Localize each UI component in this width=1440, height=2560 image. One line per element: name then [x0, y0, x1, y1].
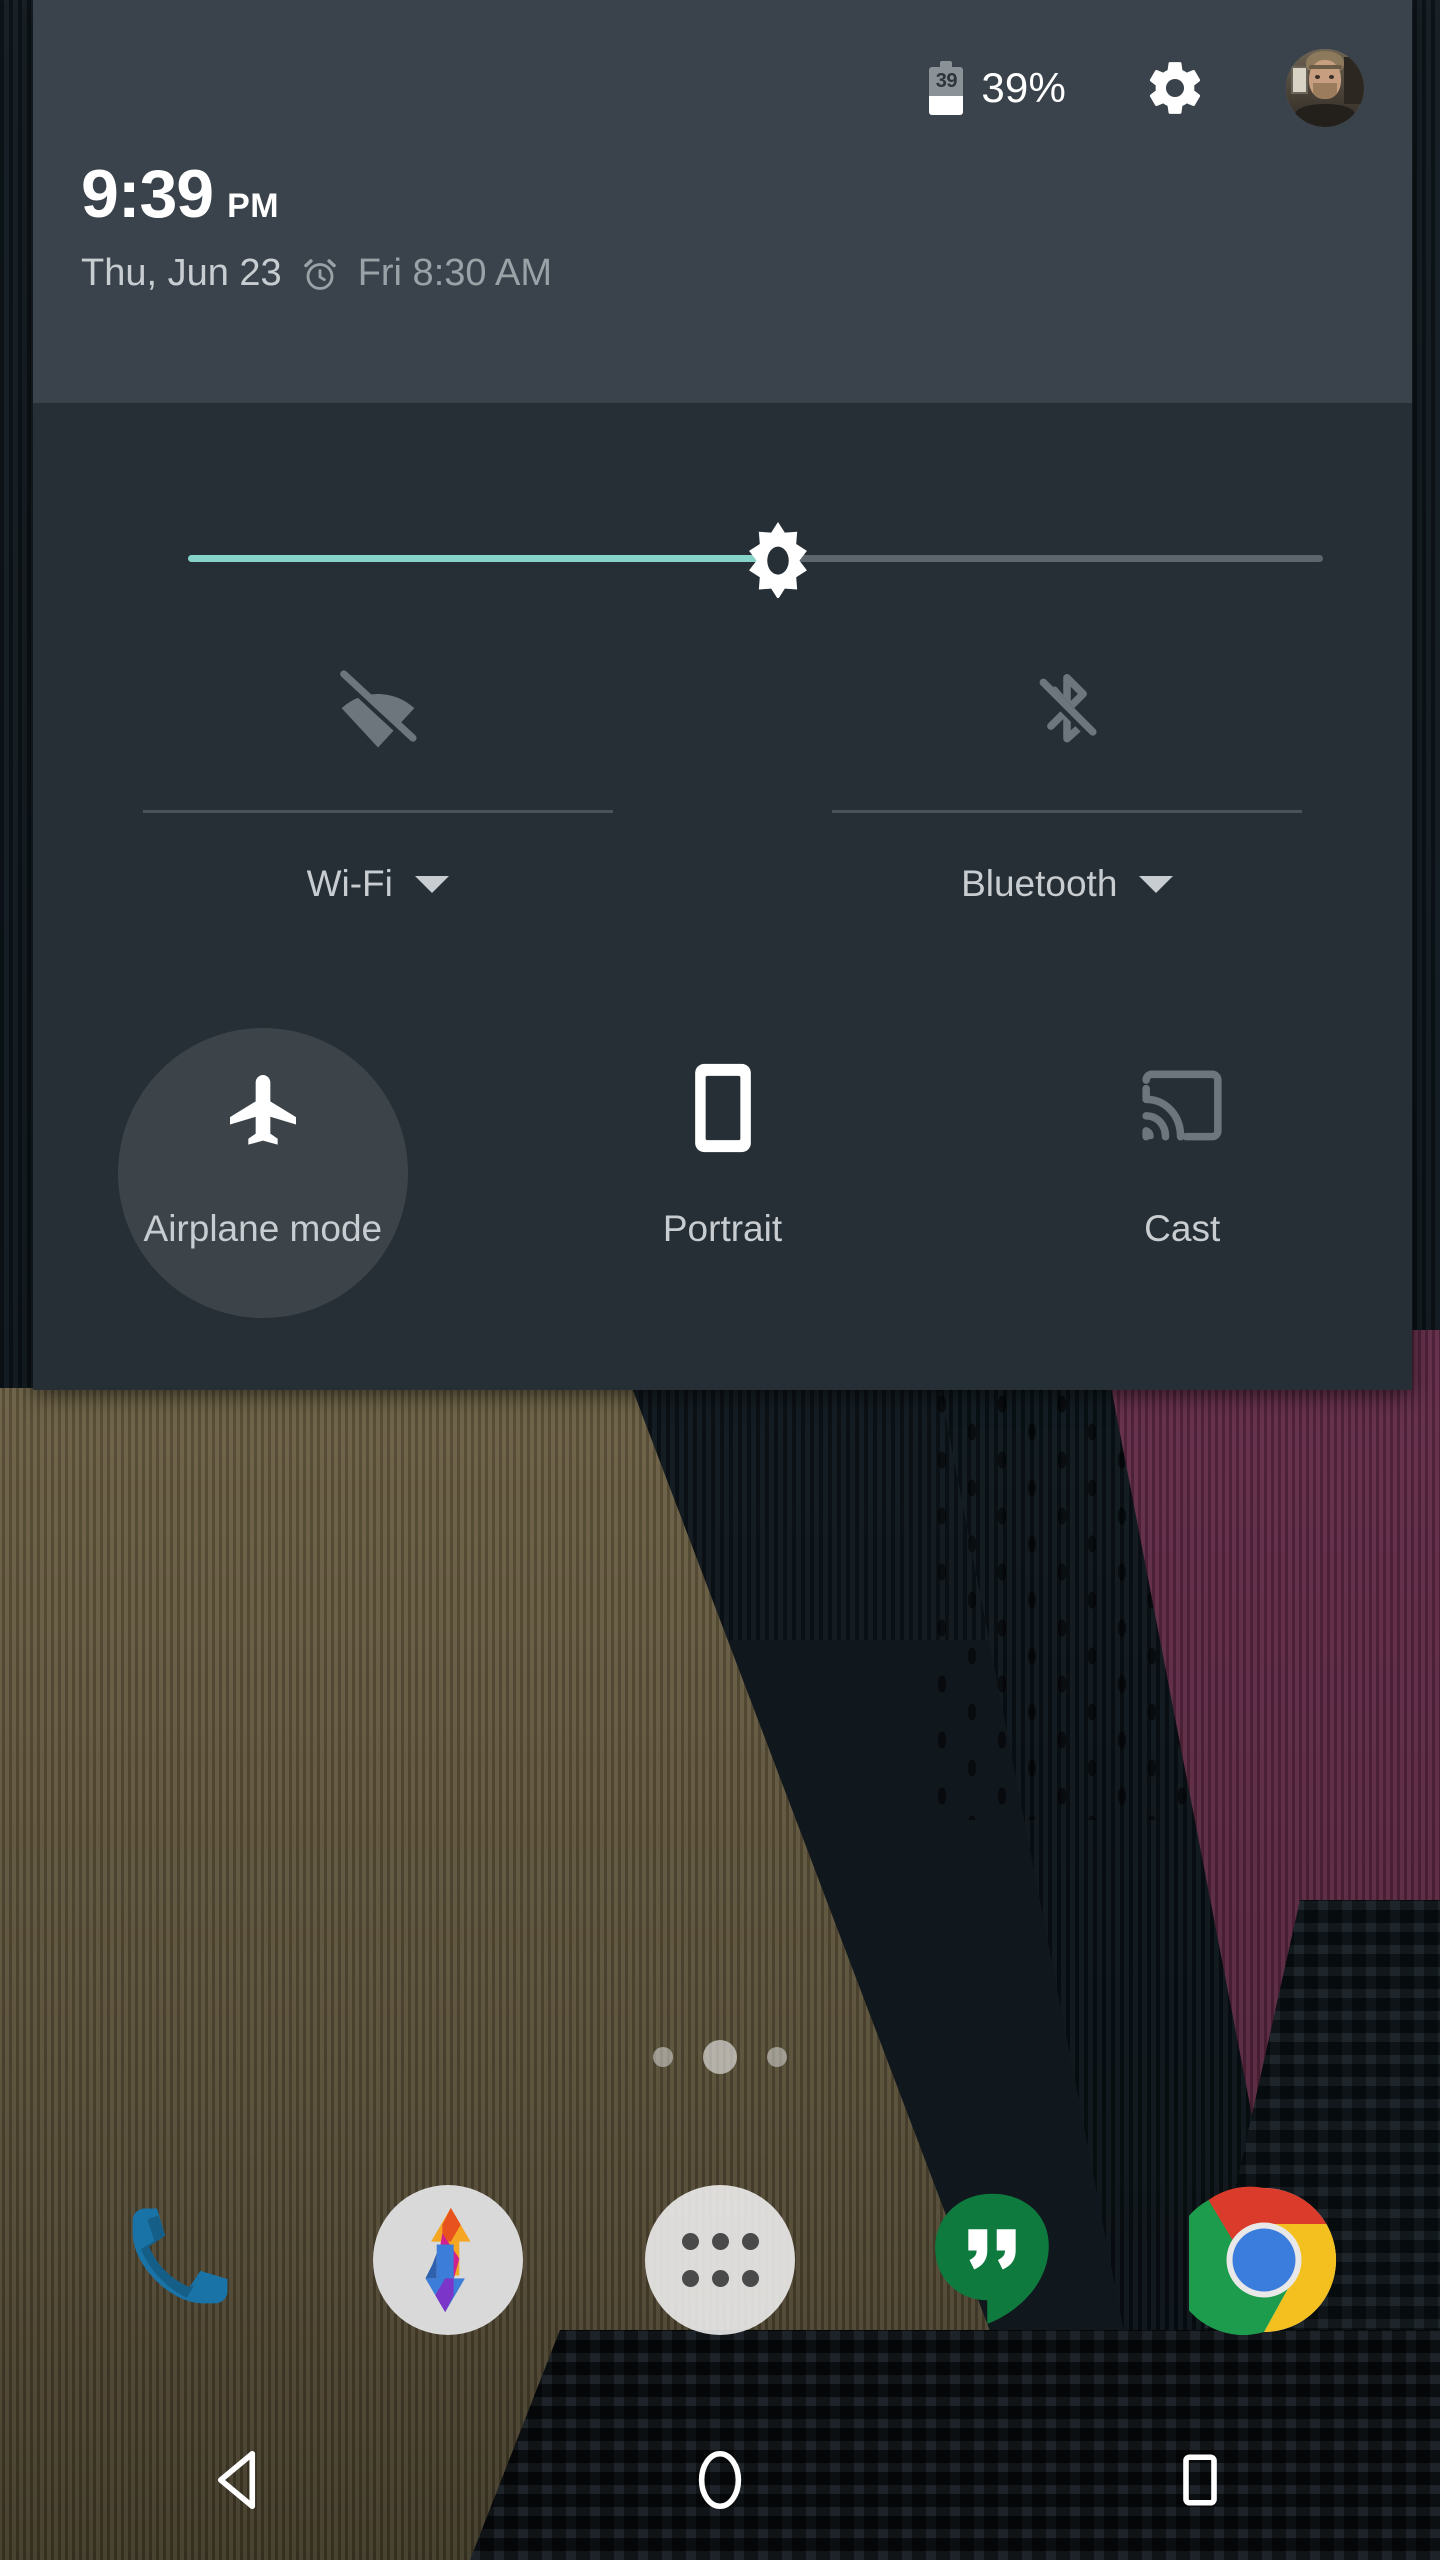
date-line: Thu, Jun 23 Fri 8:30 AM	[81, 252, 552, 295]
page-dot-2-current[interactable]	[703, 2040, 737, 2074]
page-dot-3[interactable]	[767, 2047, 787, 2067]
phone-portrait-icon	[694, 1063, 751, 1153]
alarm-clock-icon	[303, 258, 336, 290]
battery-status[interactable]: 39 39%	[929, 61, 1066, 115]
tile-wifi-label-row[interactable]: Wi-Fi	[307, 863, 449, 905]
recents-square-icon	[1183, 2454, 1217, 2506]
tile-wifi-divider	[142, 810, 613, 813]
status-row: 39 39%	[929, 48, 1364, 128]
brightness-slider[interactable]	[188, 521, 1323, 599]
date-label: Thu, Jun 23	[81, 252, 282, 294]
tile-row: Airplane mode Portrait Cast	[33, 1000, 1412, 1340]
tile-airplane-icon-wrap	[219, 1060, 307, 1156]
cast-icon	[1142, 1070, 1222, 1141]
hangouts-icon	[935, 2193, 1049, 2324]
wifi-off-icon	[338, 670, 419, 748]
chevron-down-icon[interactable]	[1139, 875, 1174, 893]
airplane-icon	[229, 1075, 296, 1145]
tile-cast-icon-wrap	[1139, 1060, 1225, 1156]
dock-item-hangouts[interactable]	[912, 2180, 1072, 2340]
clock-block[interactable]: 9:39 PM Thu, Jun 23 Fri 8:30 AM	[81, 160, 552, 295]
nav-back-button[interactable]	[155, 2425, 325, 2535]
tile-portrait-label: Portrait	[662, 1208, 783, 1249]
settings-gear-button[interactable]	[1144, 57, 1206, 119]
tile-portrait-icon-wrap	[691, 1060, 755, 1156]
user-avatar[interactable]	[1286, 49, 1364, 127]
battery-icon: 39	[929, 61, 964, 115]
brightness-slider-row	[33, 403, 1412, 611]
tile-wifi-label: Wi-Fi	[306, 863, 393, 904]
clock-line: 9:39 PM	[81, 160, 552, 228]
android-screen: 39 39% 9:39 PM Thu, Jun 23 Fri 8:30 AM W…	[0, 0, 1440, 2560]
tile-bluetooth-divider	[832, 810, 1303, 813]
back-triangle-icon	[217, 2450, 256, 2510]
dock-item-file-transfer[interactable]	[368, 2180, 528, 2340]
next-alarm-label: Fri 8:30 AM	[357, 252, 552, 294]
quick-settings-panel: 39 39% 9:39 PM Thu, Jun 23 Fri 8:30 AM W…	[33, 0, 1412, 1390]
dock-item-phone[interactable]	[96, 2180, 256, 2340]
tile-bluetooth-label: Bluetooth	[961, 863, 1118, 904]
page-dot-1[interactable]	[653, 2047, 673, 2067]
chrome-icon	[1189, 2186, 1337, 2335]
tile-wifi[interactable]: Wi-Fi	[33, 640, 723, 970]
battery-percent-label: 39%	[981, 64, 1066, 111]
home-page-indicator	[0, 2040, 1440, 2074]
nav-home-button[interactable]	[635, 2425, 805, 2535]
dock-item-app-drawer[interactable]	[640, 2180, 800, 2340]
dock-item-chrome[interactable]	[1184, 2180, 1344, 2340]
navigation-bar	[0, 2400, 1440, 2560]
file-transfer-icon	[373, 2185, 523, 2335]
phone-handset-icon	[132, 2208, 228, 2304]
tile-bluetooth-icon-wrap	[1029, 640, 1105, 780]
tile-airplane-label: Airplane mode	[143, 1208, 383, 1249]
tile-bluetooth-label-row[interactable]: Bluetooth	[961, 863, 1174, 905]
tile-wifi-icon-wrap	[328, 640, 428, 780]
clock-ampm: PM	[227, 187, 280, 225]
tile-airplane-mode[interactable]: Airplane mode	[33, 1000, 493, 1340]
chevron-down-icon[interactable]	[414, 875, 449, 893]
tile-cast[interactable]: Cast	[952, 1000, 1412, 1340]
nav-recents-button[interactable]	[1115, 2425, 1285, 2535]
clock-time: 9:39	[81, 156, 214, 232]
battery-level-badge: 39	[935, 70, 958, 92]
app-drawer-icon	[645, 2185, 795, 2335]
bluetooth-off-icon	[1037, 673, 1100, 743]
brightness-thumb[interactable]	[739, 520, 817, 599]
tile-cast-label: Cast	[1144, 1208, 1221, 1249]
home-circle-icon	[698, 2450, 742, 2510]
brightness-sun-icon	[749, 521, 808, 599]
dual-tile-row: Wi-Fi Bluetooth	[33, 640, 1412, 970]
home-dock	[0, 2140, 1440, 2380]
tile-bluetooth[interactable]: Bluetooth	[723, 640, 1413, 970]
gear-icon	[1149, 62, 1201, 114]
brightness-fill	[188, 555, 779, 562]
tile-portrait[interactable]: Portrait	[493, 1000, 953, 1340]
